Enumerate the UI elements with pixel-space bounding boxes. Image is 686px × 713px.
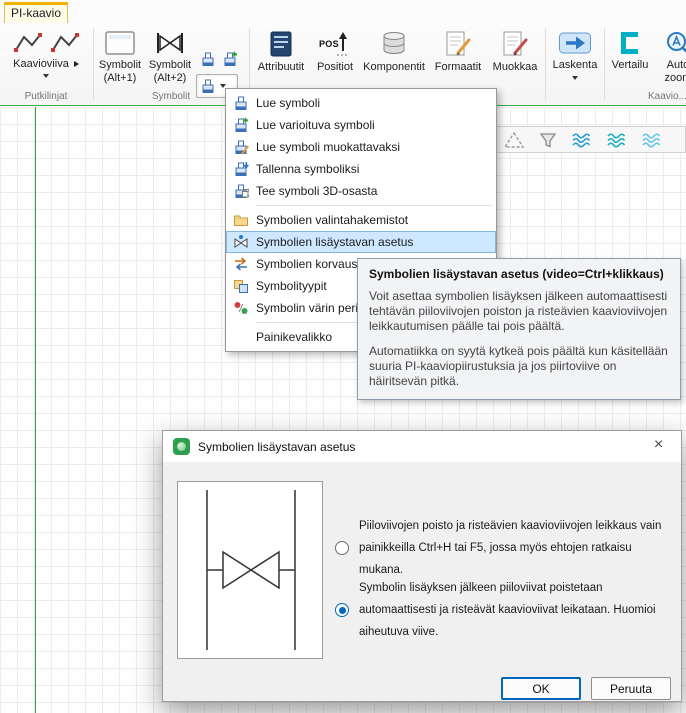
attribuutit-label: Attribuutit	[258, 61, 304, 74]
symbol-stamp-icon[interactable]	[200, 51, 216, 67]
symbolit1-shortcut: (Alt+1)	[99, 72, 141, 85]
hatch-waves-icon[interactable]	[641, 131, 663, 149]
symbol-stamp-icon	[233, 95, 249, 111]
folder-icon	[233, 212, 249, 228]
menu-item-label: Symbolien lisäystavan asetus	[256, 235, 413, 249]
group-divider	[93, 28, 94, 100]
kaavioviiva-line-icon	[13, 30, 43, 54]
triangle-tool-icon[interactable]	[503, 130, 525, 150]
symbol-types-icon	[233, 278, 249, 294]
group-divider	[545, 28, 546, 100]
attributes-panel-icon	[268, 30, 294, 58]
chevron-down-icon	[572, 76, 578, 80]
menu-item-lue-varioituva-symboli[interactable]: Lue varioituva symboli	[226, 114, 496, 136]
symbol-stamp-3d-icon	[233, 183, 249, 199]
group-label-putkilinjat: Putkilinjat	[2, 91, 90, 102]
calc-arrow-icon	[558, 30, 592, 56]
symbolit1-label: Symbolit	[99, 59, 141, 72]
compare-c-icon	[617, 30, 643, 56]
dialog-symbolien-lisaystavan-asetus: Symbolien lisäystavan asetus × Piiloviiv…	[162, 430, 682, 702]
tab-pi-kaavio[interactable]: PI-kaavio	[4, 2, 68, 23]
edit-document-pencil-icon	[500, 30, 530, 58]
dialog-title: Symbolien lisäystavan asetus	[198, 440, 355, 454]
menu-item-label: Symbolityypit	[256, 279, 327, 293]
valve-symbol-icon	[154, 30, 186, 56]
pos-arrow-icon: POS	[319, 30, 351, 58]
symbol-stamp-save-icon	[233, 161, 249, 177]
ribbon-tab-bar: PI-kaavio	[0, 0, 686, 23]
menu-item-label: Tee symboli 3D-osasta	[256, 184, 377, 198]
menu-item-label: Symbolien valintahakemistot	[256, 213, 408, 227]
kaavioviiva-label: Kaavioviiva	[13, 58, 69, 70]
symbol-card-icon	[104, 30, 136, 56]
menu-item-lue-symboli[interactable]: Lue symboli	[226, 92, 496, 114]
option-2-text: Symbolin lisäyksen jälkeen piiloviivat p…	[359, 577, 675, 643]
radio-option-2[interactable]	[335, 603, 349, 617]
canvas-mini-toolbar	[490, 126, 686, 153]
option-1-text: Piiloviivojen poisto ja risteävien kaavi…	[359, 515, 675, 581]
option-row-2[interactable]: Symbolin lisäyksen jälkeen piiloviivat p…	[335, 577, 675, 643]
menu-item-label: Tallenna symboliksi	[256, 162, 359, 176]
components-database-icon	[378, 30, 410, 58]
menu-item-label: Painikevalikko	[256, 330, 332, 344]
autozoom-label-2: zoom	[665, 72, 686, 85]
menu-item-symbolien-lisaystavan-asetus[interactable]: Symbolien lisäystavan asetus	[226, 231, 496, 253]
symbol-stamp-plus-icon	[233, 117, 249, 133]
hatch-waves-icon[interactable]	[606, 131, 628, 149]
positiot-label: Positiot	[317, 61, 353, 74]
radio-option-1[interactable]	[335, 541, 349, 555]
vertailu-label: Vertailu	[612, 59, 649, 72]
laskenta-label: Laskenta	[553, 59, 598, 72]
ok-button[interactable]: OK	[501, 677, 581, 700]
symbolit2-label: Symbolit	[149, 59, 191, 72]
chevron-down-icon	[43, 74, 49, 78]
symbol-stamp-plus-icon[interactable]	[222, 51, 238, 67]
dialog-title-bar: Symbolien lisäystavan asetus ×	[163, 431, 681, 462]
menu-separator	[256, 205, 492, 206]
tooltip-body-2: Automatiikka on syytä kytkeä pois päältä…	[369, 344, 669, 389]
dialog-close-button[interactable]: ×	[636, 431, 681, 461]
radio-dot	[339, 607, 346, 614]
formaatit-label: Formaatit	[435, 61, 481, 74]
symbolit2-shortcut: (Alt+2)	[149, 72, 191, 85]
auto-zoom-icon	[665, 30, 686, 56]
app-window: PI-kaavio Kaavioviiva Symbolit (Alt+1)	[0, 0, 686, 713]
menu-item-label: Lue varioituva symboli	[256, 118, 375, 132]
hatch-waves-icon[interactable]	[571, 131, 593, 149]
ribbon-button-vertailu[interactable]: Vertailu	[607, 25, 653, 103]
tooltip-body-1: Voit asettaa symbolien lisäyksen jälkeen…	[369, 289, 669, 334]
group-label-symbolit: Symbolit	[96, 91, 246, 102]
tooltip-title: Symbolien lisäystavan asetus (video=Ctrl…	[369, 267, 669, 281]
menu-item-symbolien-valintahakemistot[interactable]: Symbolien valintahakemistot	[226, 209, 496, 231]
option-row-1[interactable]: Piiloviivojen poisto ja risteävien kaavi…	[335, 515, 675, 581]
group-label-kaavio: Kaavio...	[648, 91, 686, 102]
muokkaa-label: Muokkaa	[493, 61, 538, 74]
valve-symbol-drawing	[178, 482, 322, 658]
tooltip-symbolien-lisaystavan-asetus: Symbolien lisäystavan asetus (video=Ctrl…	[357, 258, 681, 400]
cancel-button[interactable]: Peruuta	[591, 677, 671, 700]
valve-settings-icon	[233, 234, 249, 250]
komponentit-label: Komponentit	[363, 61, 425, 74]
autozoom-label-1: Auto	[665, 59, 686, 72]
dialog-app-icon	[173, 438, 190, 455]
menu-item-label: Lue symboli muokattavaksi	[256, 140, 400, 154]
color-inherit-icon	[233, 300, 249, 316]
ribbon-button-laskenta[interactable]: Laskenta	[548, 25, 602, 103]
symbol-stamp-edit-icon	[233, 139, 249, 155]
group-divider	[604, 28, 605, 100]
sheet-border-line	[35, 107, 36, 713]
menu-item-lue-symboli-muokattavaksi[interactable]: Lue symboli muokattavaksi	[226, 136, 496, 158]
valve-preview	[177, 481, 323, 659]
filter-funnel-icon[interactable]	[538, 130, 558, 150]
menu-item-label: Lue symboli	[256, 96, 320, 110]
format-document-pencil-icon	[443, 30, 473, 58]
swap-arrows-icon	[233, 256, 249, 272]
menu-item-tallenna-symboliksi[interactable]: Tallenna symboliksi	[226, 158, 496, 180]
arrow-right-icon	[74, 61, 79, 67]
menu-item-tee-symboli-3d-osasta[interactable]: Tee symboli 3D-osasta	[226, 180, 496, 202]
kaavioviiva-line2-icon	[50, 30, 80, 54]
